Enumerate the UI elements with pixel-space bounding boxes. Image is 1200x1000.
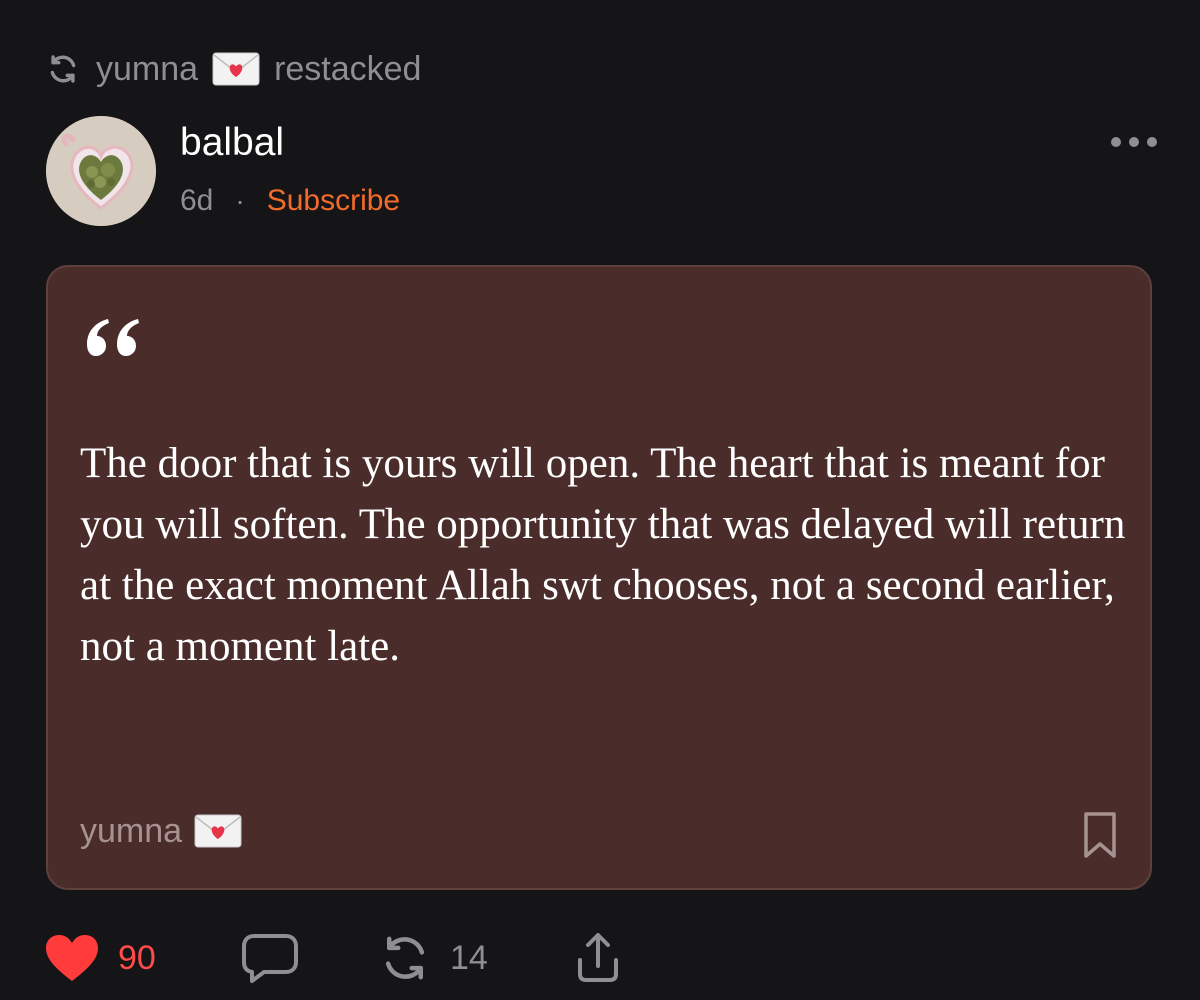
avatar-image (46, 116, 156, 226)
restack-header: yumna restacked (46, 46, 421, 92)
share-button[interactable] (570, 930, 626, 986)
ellipsis-icon-dot-left (1111, 137, 1121, 147)
share-icon (578, 933, 618, 982)
restack-icon (50, 55, 76, 83)
restack-count: 14 (450, 938, 488, 977)
ellipsis-icon-dot-middle (1129, 137, 1139, 147)
more-options-button[interactable] (1104, 124, 1164, 160)
quote-text: The door that is yours will open. The he… (80, 440, 1126, 670)
restack-icon (385, 936, 425, 980)
comment-icon (242, 934, 298, 983)
subscribe-button[interactable]: Subscribe (267, 184, 400, 218)
restacker-name[interactable]: yumna (96, 50, 198, 89)
restacked-label: restacked (274, 49, 422, 88)
heart-icon (46, 935, 98, 981)
bookmark-icon[interactable] (1082, 811, 1118, 859)
quote-author-name[interactable]: yumna (80, 812, 182, 851)
restack-button[interactable]: 14 (378, 930, 488, 986)
meta-separator: · (235, 185, 245, 216)
comment-button[interactable] (240, 930, 300, 986)
love-letter-icon (212, 52, 260, 86)
quote-mark-icon (87, 319, 139, 356)
love-letter-icon (194, 814, 242, 848)
ellipsis-icon-dot-right (1147, 137, 1157, 147)
author-name[interactable]: balbal (180, 120, 284, 166)
like-count: 90 (118, 938, 156, 977)
post-timestamp: 6d (180, 184, 214, 217)
quote-attribution: yumna (80, 807, 242, 855)
quote-card[interactable]: The door that is yours will open. The he… (46, 265, 1152, 890)
avatar[interactable] (46, 116, 156, 226)
like-button[interactable]: 90 (44, 930, 156, 986)
post-meta: 6d · Subscribe (180, 180, 400, 222)
